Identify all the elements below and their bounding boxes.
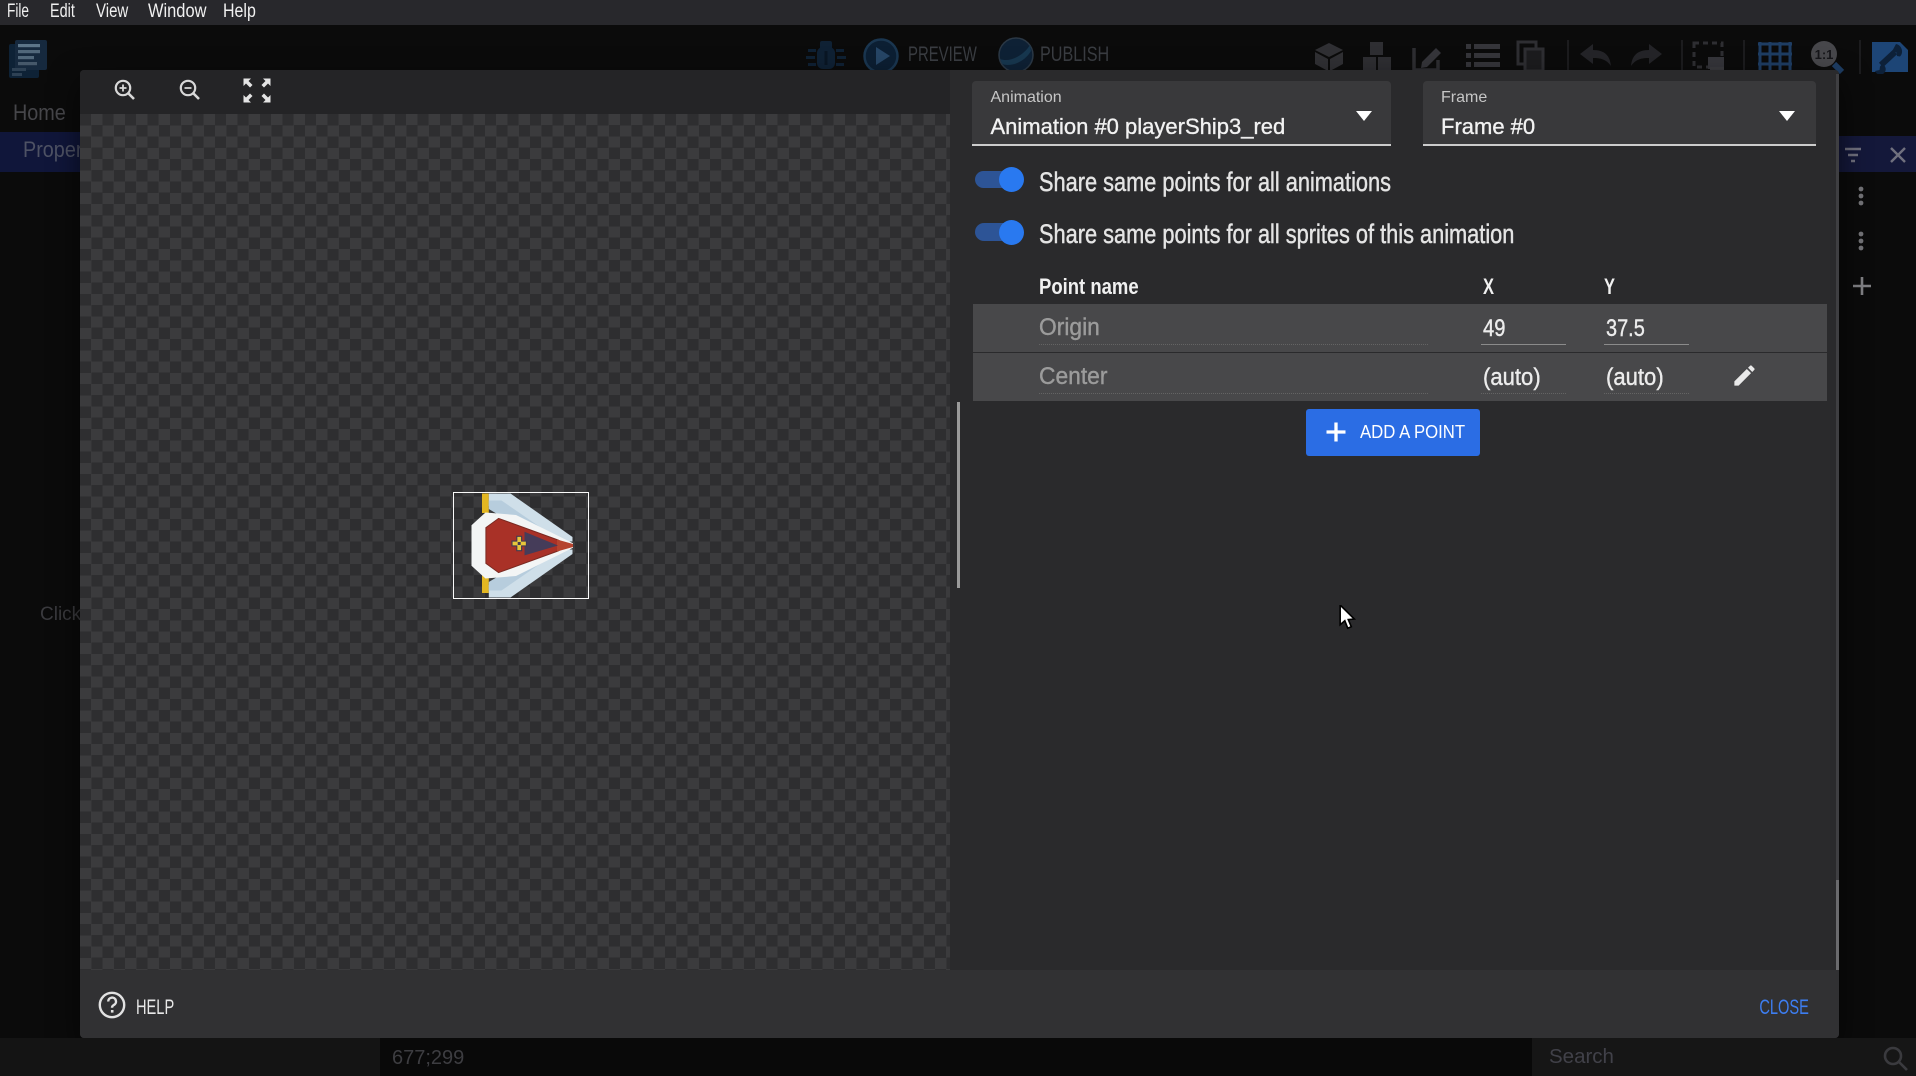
svg-text:1:1: 1:1: [1815, 47, 1834, 62]
